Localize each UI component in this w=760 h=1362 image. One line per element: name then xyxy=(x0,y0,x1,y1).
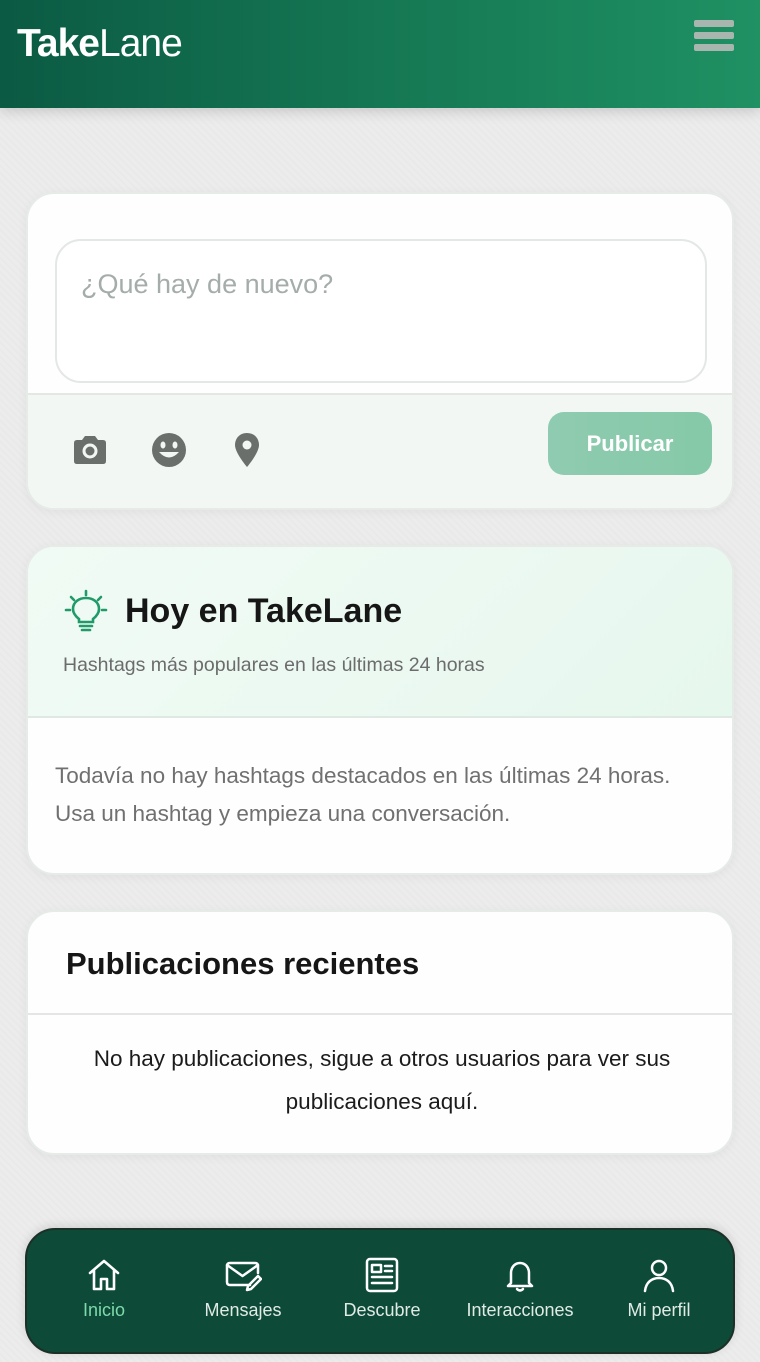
nav-item-mi-perfil[interactable]: Mi perfil xyxy=(590,1230,728,1356)
trending-title: Hoy en TakeLane xyxy=(125,592,403,630)
trending-empty-message: Todavía no hay hashtags destacados en la… xyxy=(55,757,715,833)
camera-icon[interactable] xyxy=(70,430,110,470)
bottom-navigation: Inicio Mensajes Descubre Interacciones M… xyxy=(25,1228,735,1354)
brand-logo-bold: Take xyxy=(17,22,100,65)
recent-empty-line-1: No hay publicaciones, sigue a otros usua… xyxy=(93,1046,671,1071)
nav-label-descubre: Descubre xyxy=(343,1300,421,1320)
nav-label-mensajes: Mensajes xyxy=(204,1300,282,1320)
bell-icon xyxy=(506,1261,534,1292)
composer-actions-bar: Publicar xyxy=(28,393,732,508)
post-composer-card: Publicar xyxy=(26,192,734,510)
nav-item-descubre[interactable]: Descubre xyxy=(313,1230,451,1356)
nav-label-interacciones: Interacciones xyxy=(466,1300,574,1320)
recent-posts-card: Publicaciones recientes No hay publicaci… xyxy=(26,910,734,1155)
post-input[interactable] xyxy=(57,241,705,381)
trending-empty-line-1: Todavía no hay hashtags destacados en la… xyxy=(55,763,671,788)
top-app-bar: TakeLane xyxy=(0,0,760,108)
recent-posts-title: Publicaciones recientes xyxy=(66,946,420,981)
recent-posts-empty-message: No hay publicaciones, sigue a otros usua… xyxy=(68,1037,696,1123)
recent-posts-header: Publicaciones recientes xyxy=(28,912,732,1015)
nav-item-interacciones[interactable]: Interacciones xyxy=(451,1230,589,1356)
brand-logo[interactable]: TakeLane xyxy=(17,22,183,66)
lightbulb-icon xyxy=(64,589,108,632)
nav-item-inicio[interactable]: Inicio xyxy=(35,1230,173,1356)
location-pin-icon[interactable] xyxy=(227,430,267,470)
trending-header: Hoy en TakeLane Hashtags más populares e… xyxy=(28,547,732,718)
messages-icon xyxy=(225,1261,262,1292)
newspaper-icon xyxy=(365,1257,399,1293)
trending-hashtags-card: Hoy en TakeLane Hashtags más populares e… xyxy=(26,545,734,875)
nav-label-inicio: Inicio xyxy=(82,1300,126,1320)
trending-subtitle: Hashtags más populares en las últimas 24… xyxy=(63,654,485,676)
user-icon xyxy=(643,1259,675,1293)
hamburger-menu-icon[interactable] xyxy=(694,20,734,54)
emoji-icon[interactable] xyxy=(149,430,189,470)
publish-button[interactable]: Publicar xyxy=(548,412,712,475)
brand-logo-light: Lane xyxy=(99,22,183,65)
trending-empty-line-2: Usa un hashtag y empieza una conversació… xyxy=(55,801,511,826)
nav-label-mi-perfil: Mi perfil xyxy=(627,1300,691,1320)
home-icon xyxy=(88,1259,120,1291)
post-input-wrapper xyxy=(55,239,707,383)
recent-empty-line-2: publicaciones aquí. xyxy=(285,1089,479,1114)
nav-item-mensajes[interactable]: Mensajes xyxy=(174,1230,312,1356)
